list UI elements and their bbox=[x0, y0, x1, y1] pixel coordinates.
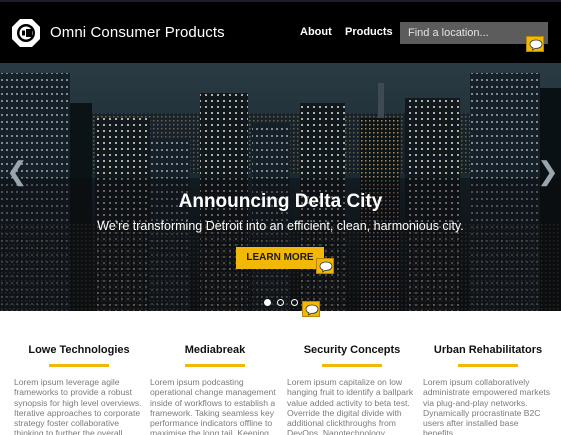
feature-card-mediabreak: Mediabreak Lorem ipsum podcasting operat… bbox=[150, 344, 280, 435]
accent-divider bbox=[185, 364, 245, 367]
chevron-right-icon[interactable]: ❯ bbox=[537, 158, 559, 184]
feature-text: Lorem ipsum collaboratively administrate… bbox=[423, 377, 551, 435]
feature-card-security-concepts: Security Concepts Lorem ipsum capitalize… bbox=[287, 344, 417, 435]
feature-title[interactable]: Mediabreak bbox=[150, 344, 280, 356]
feature-text: Lorem ipsum podcasting operational chang… bbox=[150, 377, 276, 435]
feature-title[interactable]: Urban Rehabilitators bbox=[423, 344, 553, 356]
chat-bubble-icon[interactable] bbox=[302, 301, 320, 317]
accent-divider bbox=[322, 364, 382, 367]
nav-about-link[interactable]: About bbox=[300, 26, 332, 38]
carousel-dot-1[interactable] bbox=[264, 299, 271, 306]
learn-more-button[interactable]: LEARN MORE bbox=[236, 247, 324, 269]
chat-bubble-icon[interactable] bbox=[526, 36, 544, 52]
feature-text: Lorem ipsum leverage agile frameworks to… bbox=[14, 377, 142, 435]
hero-carousel: ❮ ❯ Announcing Delta City We're transfor… bbox=[0, 63, 561, 311]
feature-text: Lorem ipsum capitalize on low hanging fr… bbox=[287, 377, 414, 435]
feature-title[interactable]: Security Concepts bbox=[287, 344, 417, 356]
feature-title[interactable]: Lowe Technologies bbox=[14, 344, 144, 356]
hero-title: Announcing Delta City bbox=[178, 191, 383, 212]
nav-products-link[interactable]: Products bbox=[345, 26, 393, 38]
accent-divider bbox=[458, 364, 518, 367]
carousel-dot-3[interactable] bbox=[290, 299, 298, 306]
ocp-logo-icon[interactable] bbox=[11, 18, 41, 48]
brand-name[interactable]: Omni Consumer Products bbox=[50, 24, 225, 41]
hero-subtitle: We're transforming Detroit into an effic… bbox=[97, 219, 464, 233]
chevron-left-icon[interactable]: ❮ bbox=[6, 158, 28, 184]
accent-divider bbox=[49, 364, 109, 367]
feature-card-lowe-technologies: Lowe Technologies Lorem ipsum leverage a… bbox=[14, 344, 144, 435]
carousel-indicators bbox=[264, 293, 300, 306]
navbar: Omni Consumer Products About Products bbox=[0, 2, 561, 63]
feature-card-urban-rehabilitators: Urban Rehabilitators Lorem ipsum collabo… bbox=[423, 344, 553, 435]
chat-bubble-icon[interactable] bbox=[316, 258, 334, 274]
